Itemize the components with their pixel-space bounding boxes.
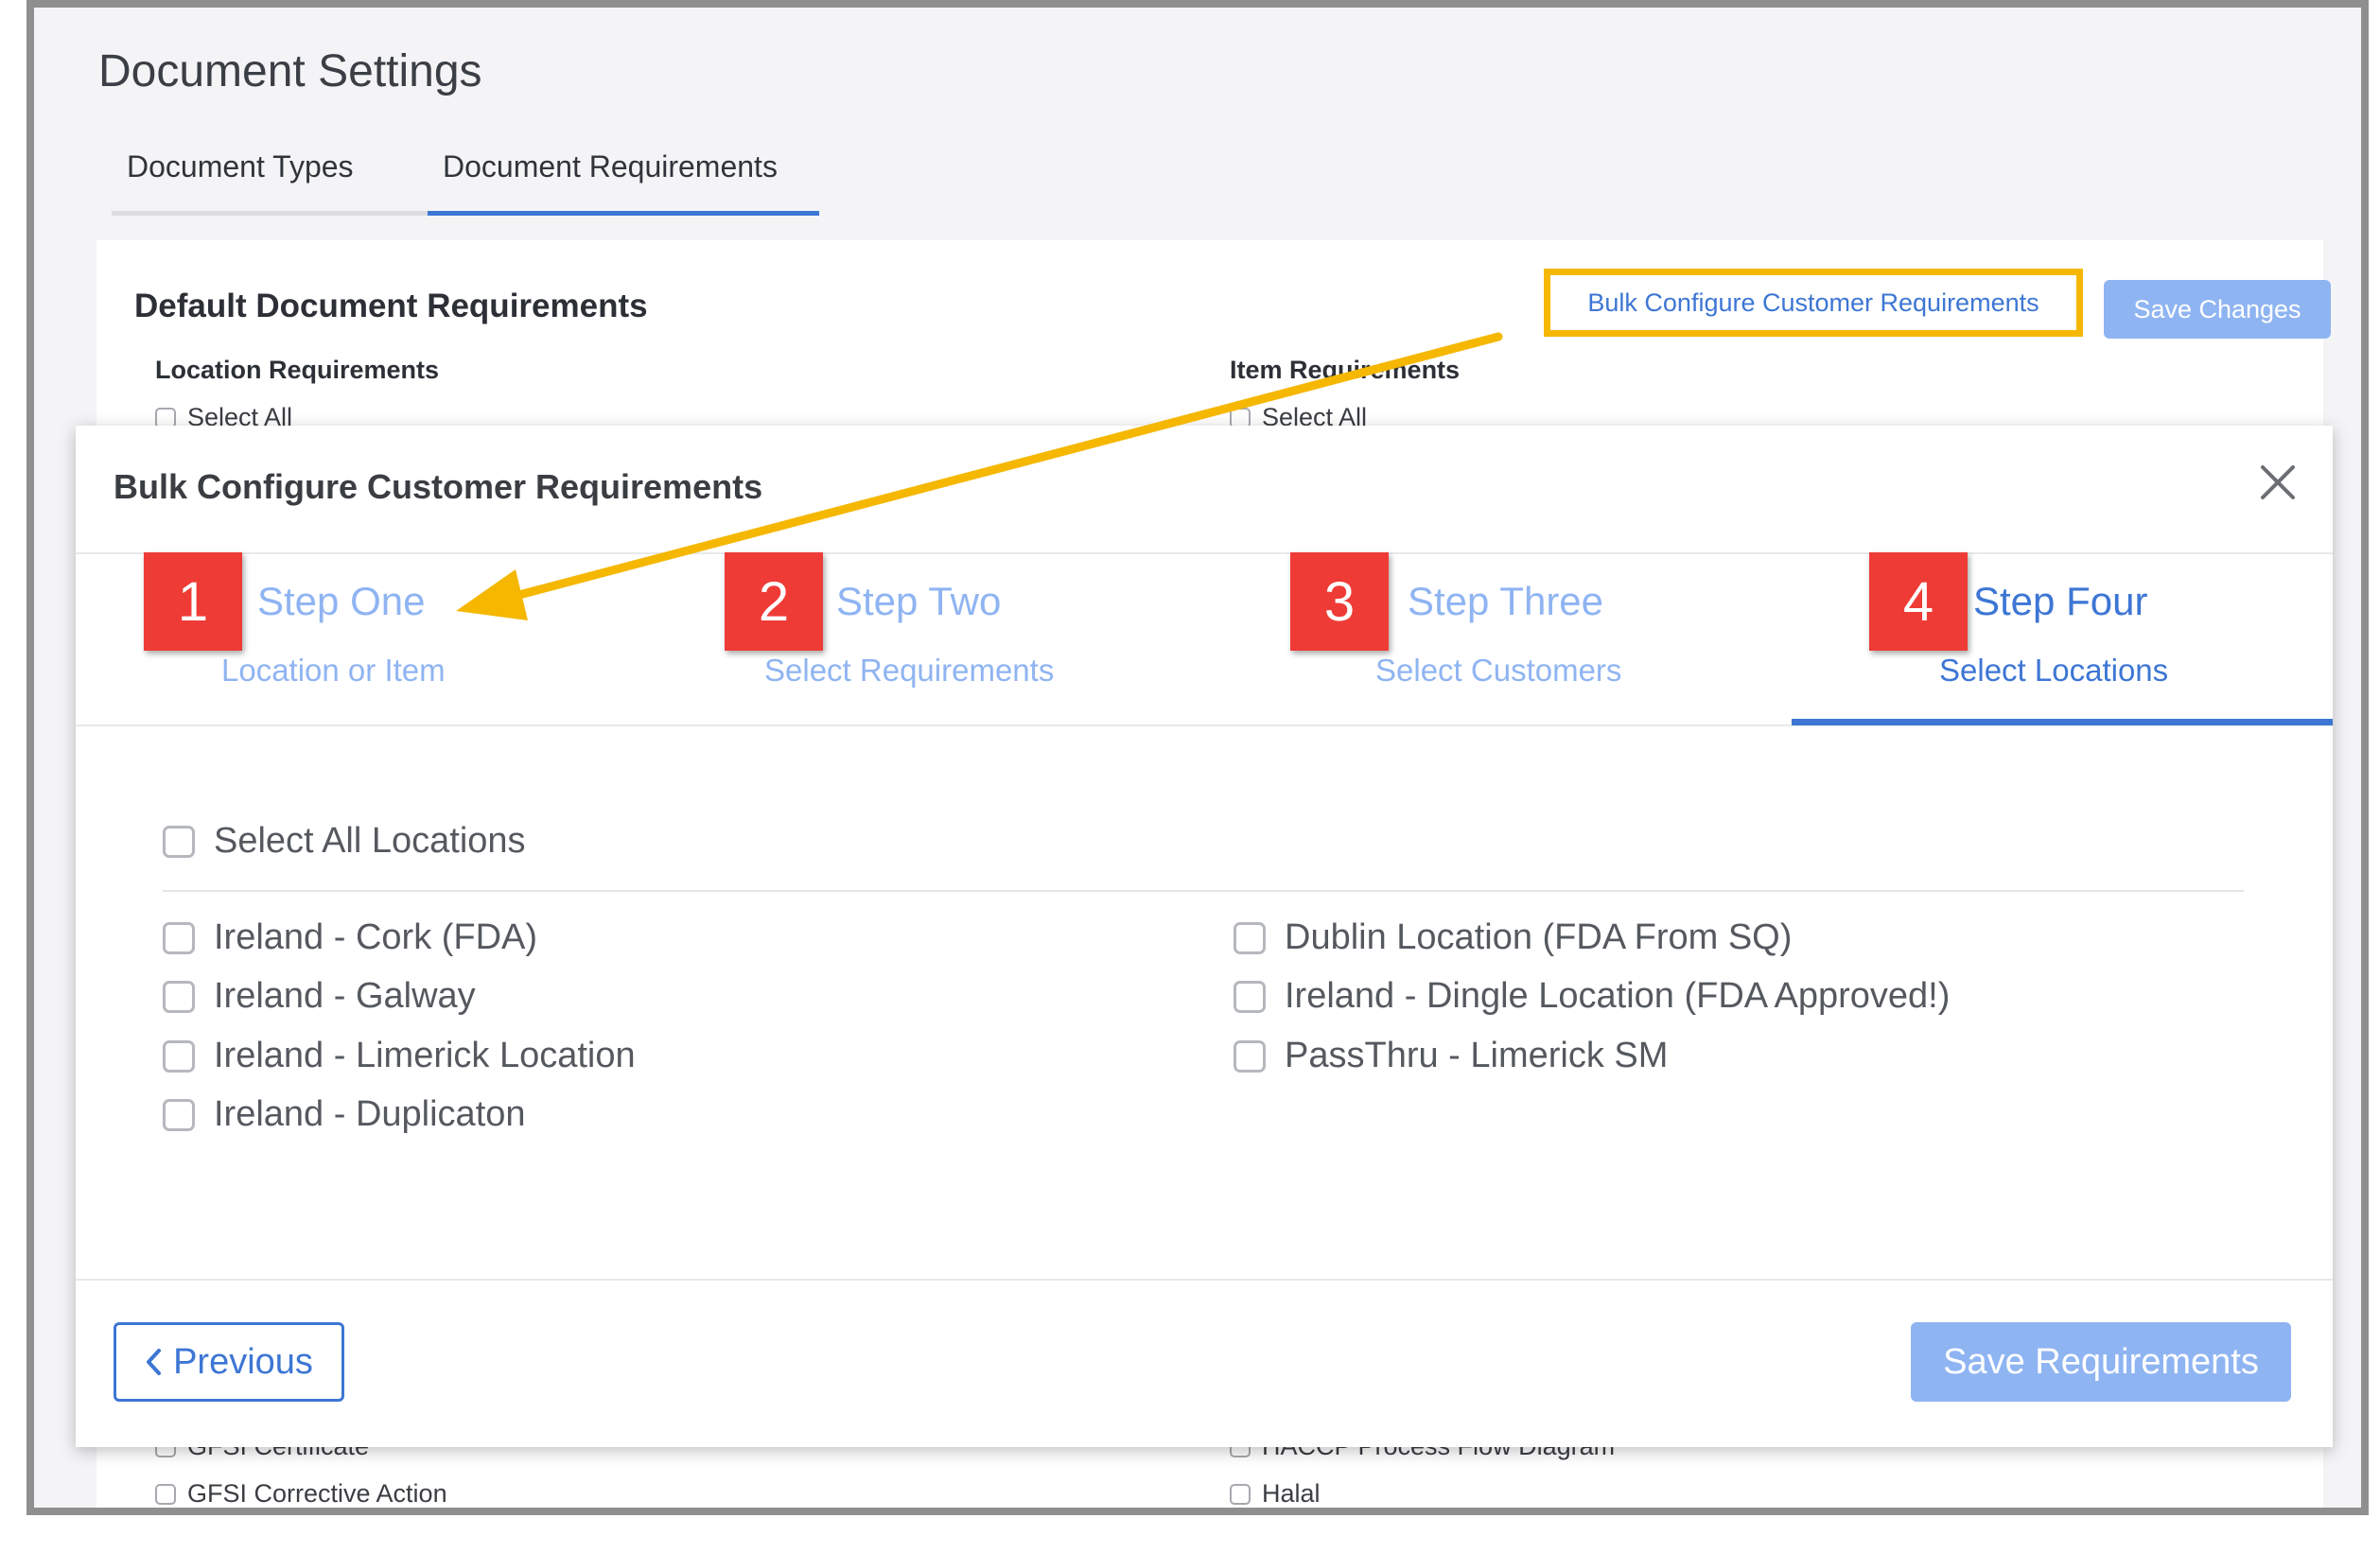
checkbox-label: Ireland - Limerick Location xyxy=(214,1036,636,1075)
select-all-locations[interactable]: Select All Locations xyxy=(163,821,526,862)
chevron-left-icon xyxy=(147,1349,162,1375)
checkbox-label: Select All Locations xyxy=(214,821,526,861)
location-item[interactable]: Ireland - Limerick Location xyxy=(163,1036,636,1076)
bulk-configure-button[interactable]: Bulk Configure Customer Requirements xyxy=(1544,269,2083,337)
checkbox[interactable] xyxy=(1230,1483,1251,1505)
close-icon[interactable] xyxy=(2255,460,2301,505)
location-item[interactable]: Ireland - Dingle Location (FDA Approved!… xyxy=(1234,976,1950,1017)
bulk-configure-modal: Bulk Configure Customer Requirements 1 S… xyxy=(76,426,2333,1447)
checkbox[interactable] xyxy=(163,825,195,858)
checkbox-label: GFSI Corrective Action xyxy=(187,1479,447,1508)
step-subtitle: Location or Item xyxy=(221,653,446,688)
location-item[interactable]: Dublin Location (FDA From SQ) xyxy=(1234,917,1792,958)
checkbox-label: Ireland - Duplicaton xyxy=(214,1094,526,1134)
checkbox-label: Ireland - Cork (FDA) xyxy=(214,917,538,957)
save-changes-button[interactable]: Save Changes xyxy=(2104,280,2331,339)
location-item[interactable]: Ireland - Cork (FDA) xyxy=(163,917,537,958)
step-number-badge: 1 xyxy=(144,552,242,651)
save-requirements-button[interactable]: Save Requirements xyxy=(1911,1322,2291,1402)
checkbox-label: PassThru - Limerick SM xyxy=(1285,1036,1669,1075)
step-subtitle: Select Locations xyxy=(1939,653,2169,688)
checkbox-label: Ireland - Galway xyxy=(214,976,476,1016)
requirement-gfsi-corrective-action[interactable]: GFSI Corrective Action xyxy=(155,1479,447,1508)
checkbox-label: Ireland - Dingle Location (FDA Approved!… xyxy=(1285,976,1951,1016)
step-subtitle: Select Customers xyxy=(1375,653,1622,688)
divider xyxy=(163,890,2244,892)
checkbox[interactable] xyxy=(163,1039,195,1073)
modal-title: Bulk Configure Customer Requirements xyxy=(114,467,763,506)
previous-button[interactable]: Previous xyxy=(114,1322,344,1402)
tab-document-types[interactable]: Document Types xyxy=(112,140,445,216)
step-number-badge: 4 xyxy=(1869,552,1968,651)
checkbox[interactable] xyxy=(1234,1039,1266,1073)
item-requirements-heading: Item Requirements xyxy=(1230,356,1461,384)
checkbox[interactable] xyxy=(1234,980,1266,1013)
location-item[interactable]: Ireland - Duplicaton xyxy=(163,1094,526,1135)
step-title: Step Three xyxy=(1408,579,1604,623)
checkbox[interactable] xyxy=(155,1483,176,1505)
checkbox-label: Halal xyxy=(1262,1479,1321,1508)
card-title: Default Document Requirements xyxy=(134,288,648,324)
divider xyxy=(76,1279,2333,1281)
tab-document-requirements[interactable]: Document Requirements xyxy=(428,140,819,216)
location-item[interactable]: Ireland - Galway xyxy=(163,976,476,1017)
step-title: Step Two xyxy=(836,579,1002,623)
checkbox[interactable] xyxy=(163,980,195,1013)
step-title: Step Four xyxy=(1973,579,2148,623)
location-item[interactable]: PassThru - Limerick SM xyxy=(1234,1036,1668,1076)
step-number-badge: 2 xyxy=(725,552,823,651)
checkbox[interactable] xyxy=(1234,921,1266,954)
step-number-badge: 3 xyxy=(1290,552,1389,651)
previous-button-label: Previous xyxy=(173,1341,313,1382)
requirement-halal[interactable]: Halal xyxy=(1230,1479,1321,1508)
checkbox-label: Dublin Location (FDA From SQ) xyxy=(1285,917,1793,957)
location-requirements-heading: Location Requirements xyxy=(155,356,440,384)
checkbox[interactable] xyxy=(163,1098,195,1131)
step-title: Step One xyxy=(257,579,426,623)
checkbox[interactable] xyxy=(163,921,195,954)
step-subtitle: Select Requirements xyxy=(764,653,1055,688)
page-title: Document Settings xyxy=(98,46,482,96)
active-step-indicator xyxy=(1792,719,2333,725)
